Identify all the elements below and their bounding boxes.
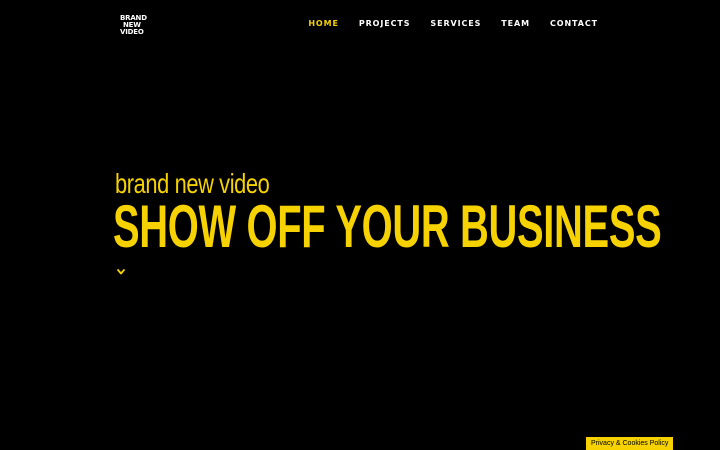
nav-item-home[interactable]: HOME <box>308 19 339 28</box>
hero-headline: SHOW OFF YOUR BUSINESS <box>113 193 662 260</box>
brand-logo[interactable]: BRAND NEW VIDEO <box>120 15 150 36</box>
chevron-down-icon[interactable] <box>116 264 126 275</box>
privacy-policy-button[interactable]: Privacy & Cookies Policy <box>586 437 674 450</box>
nav-item-services[interactable]: SERVICES <box>430 19 481 28</box>
nav-item-team[interactable]: TEAM <box>501 19 530 28</box>
main-nav: HOME PROJECTS SERVICES TEAM CONTACT <box>288 19 598 28</box>
nav-item-projects[interactable]: PROJECTS <box>359 19 411 28</box>
logo-line-video: VIDEO <box>120 28 144 36</box>
nav-item-contact[interactable]: CONTACT <box>550 19 598 28</box>
